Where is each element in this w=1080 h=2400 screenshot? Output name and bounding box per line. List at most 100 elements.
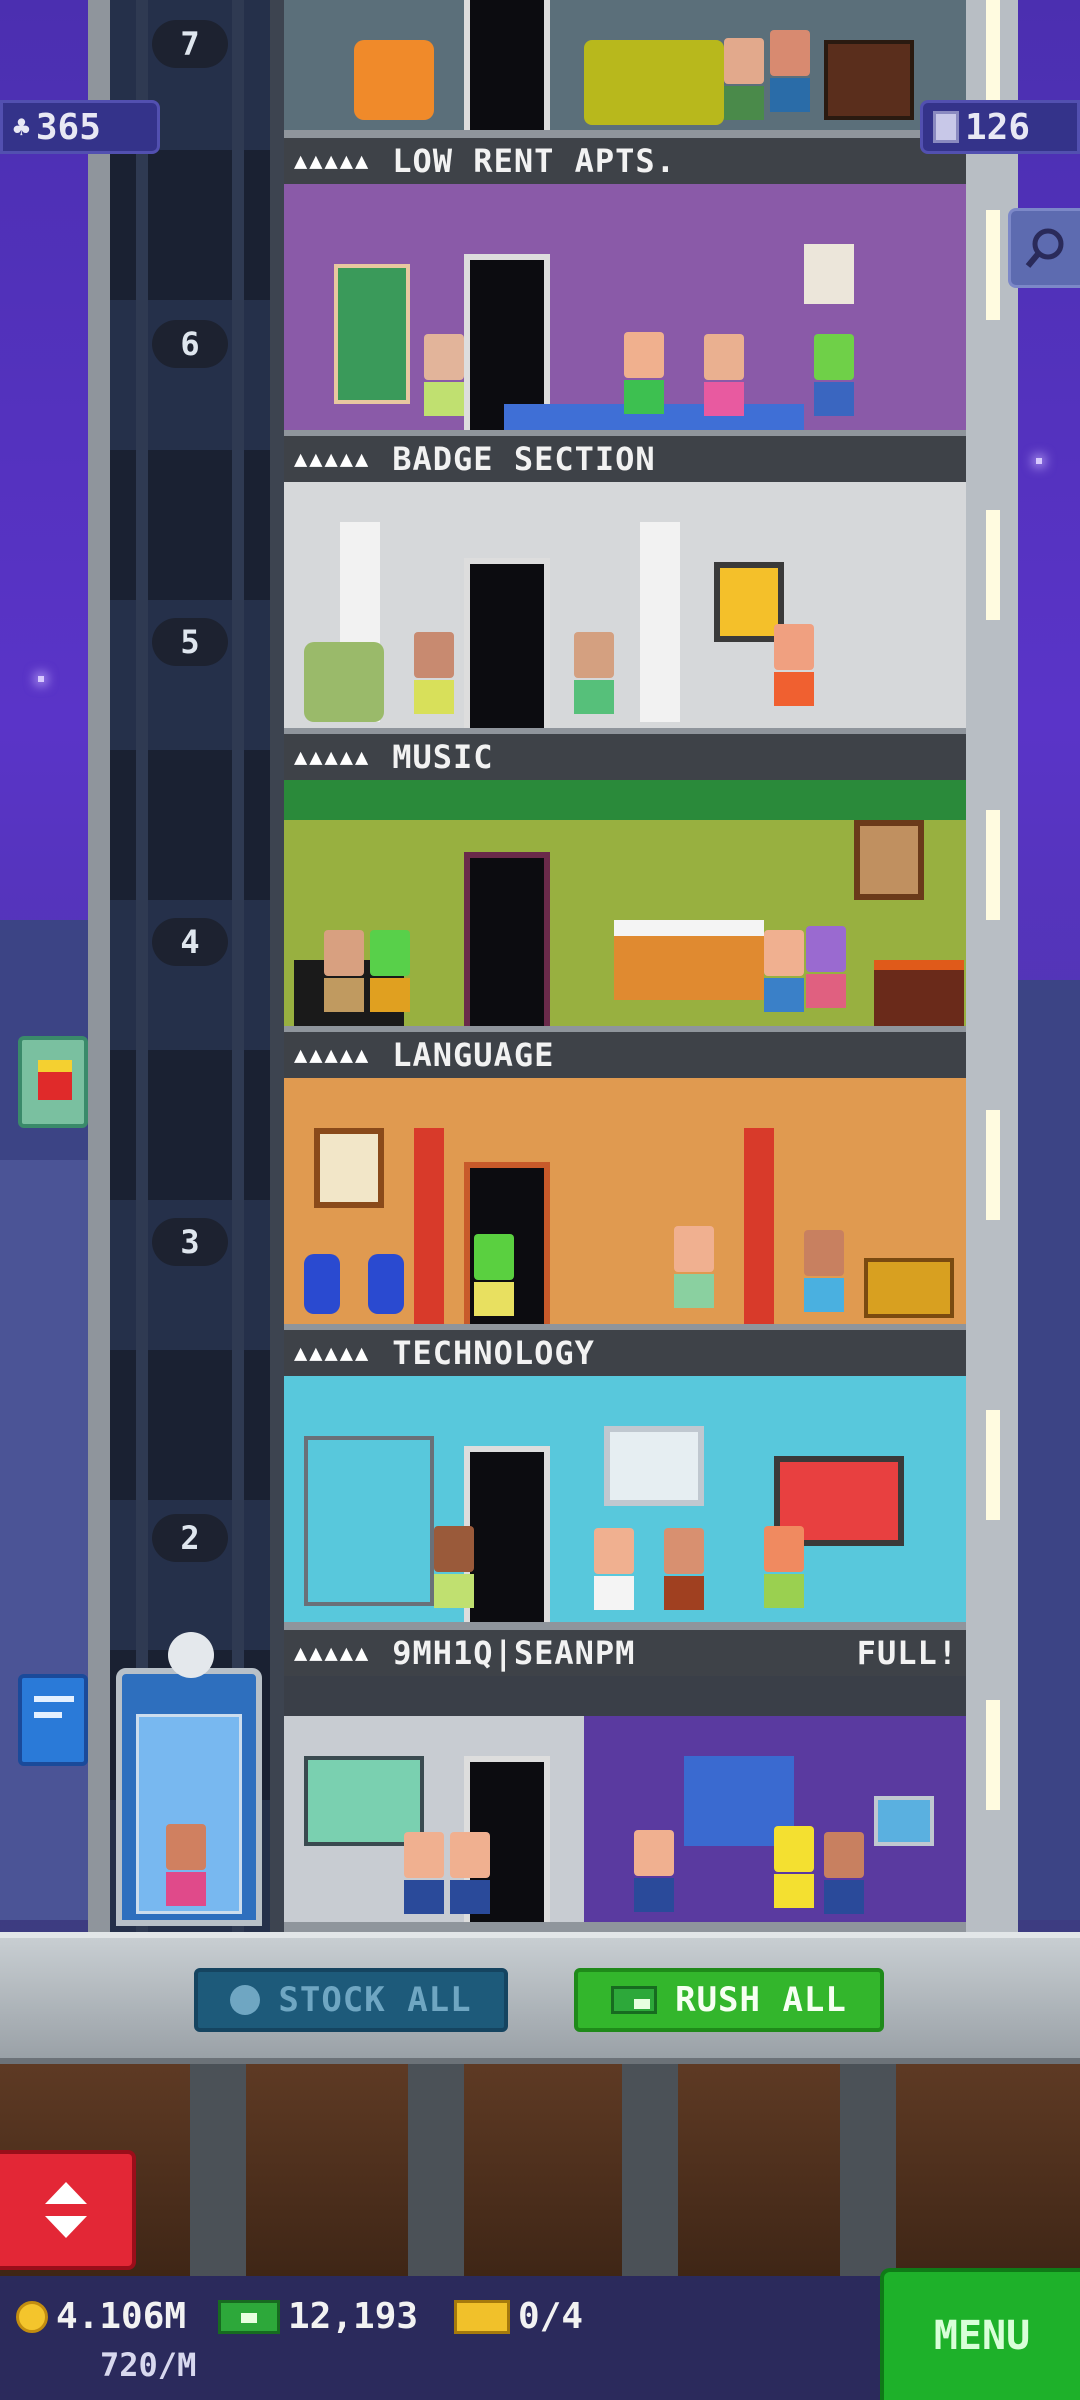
star-sparkle xyxy=(1036,458,1042,464)
sofa xyxy=(584,40,724,125)
resident[interactable] xyxy=(624,332,664,414)
room-low-rent-apts[interactable] xyxy=(284,0,966,130)
pillar-light xyxy=(986,1410,1000,1520)
stock-all-button[interactable]: STOCK ALL xyxy=(194,1968,508,2032)
room-lobby-lab[interactable] xyxy=(284,1676,966,1922)
resident[interactable] xyxy=(774,1826,814,1908)
vase xyxy=(368,1254,404,1314)
floor-number: 4 xyxy=(152,918,228,966)
resident[interactable] xyxy=(804,1230,844,1312)
fries-icon xyxy=(38,1060,72,1100)
fries-shop-icon[interactable] xyxy=(18,1036,88,1128)
egyptian-painting xyxy=(314,1128,384,1208)
resident[interactable] xyxy=(474,1234,514,1316)
city-building-right xyxy=(1010,980,1080,1920)
room-language[interactable] xyxy=(284,780,966,1026)
resident[interactable] xyxy=(774,624,814,706)
basement-pillar xyxy=(408,2064,464,2276)
elevator-car[interactable] xyxy=(116,1632,262,1926)
golden-chest xyxy=(864,1258,954,1318)
floor-label: ▲▲▲▲▲ 9MH1Q|SEANPM FULL! xyxy=(284,1630,966,1676)
resident[interactable] xyxy=(434,1526,474,1608)
window xyxy=(604,1426,704,1506)
bed xyxy=(614,920,764,1000)
resident[interactable] xyxy=(824,1832,864,1914)
resident[interactable] xyxy=(634,1830,674,1912)
resident[interactable] xyxy=(664,1528,704,1610)
coins-display[interactable]: 4.106M xyxy=(16,2296,186,2337)
floor-label: ▲▲▲▲▲ TECHNOLOGY xyxy=(284,1330,966,1376)
resident[interactable] xyxy=(450,1832,490,1914)
elevator-toggle-button[interactable] xyxy=(0,2150,136,2270)
floor-number: 3 xyxy=(152,1218,228,1266)
up-down-arrow-icon xyxy=(45,2182,87,2238)
rush-all-button[interactable]: RUSH ALL xyxy=(574,1968,884,2032)
room-trim xyxy=(284,780,966,820)
floor-number: 7 xyxy=(152,20,228,68)
floors-counter[interactable]: 126 xyxy=(920,100,1080,154)
floor-label: ▲▲▲▲▲ LOW RENT APTS. xyxy=(284,138,966,184)
resident[interactable] xyxy=(814,334,854,416)
ticket-icon xyxy=(454,2299,510,2334)
tv xyxy=(824,40,914,120)
basement-pillar xyxy=(190,2064,246,2276)
column xyxy=(640,522,680,722)
elevator-passenger[interactable] xyxy=(166,1824,206,1906)
floor-label: ▲▲▲▲▲ LANGUAGE xyxy=(284,1032,966,1078)
room-door xyxy=(464,1446,550,1622)
column xyxy=(414,1128,444,1324)
room-music[interactable] xyxy=(284,482,966,728)
room-9mh1q-seanpm[interactable] xyxy=(284,1376,966,1622)
resident[interactable] xyxy=(414,632,454,714)
resident[interactable] xyxy=(704,334,744,416)
resident[interactable] xyxy=(806,926,846,1008)
full-badge: FULL! xyxy=(856,1634,958,1672)
resident[interactable] xyxy=(574,632,614,714)
bux-display[interactable]: 12,193 xyxy=(218,2296,418,2337)
population-counter[interactable]: ♣ 365 xyxy=(0,100,160,154)
room-door xyxy=(464,558,550,728)
pillar-light xyxy=(986,1110,1000,1220)
basement xyxy=(0,2064,1080,2276)
clock-icon xyxy=(230,1985,261,2015)
bux-icon xyxy=(218,2299,280,2334)
resident[interactable] xyxy=(594,1528,634,1610)
elevator-rail xyxy=(136,0,148,1935)
star-sparkle xyxy=(38,676,44,682)
city-building-left-front xyxy=(0,1160,90,1920)
menu-button[interactable]: MENU xyxy=(880,2268,1080,2400)
portrait xyxy=(854,820,924,900)
pillar-light xyxy=(986,210,1000,320)
person-icon: ♣ xyxy=(13,110,30,144)
pillar-light xyxy=(986,0,1000,110)
room-door xyxy=(464,0,550,130)
elevator-rail xyxy=(232,0,244,1935)
screen-line-icon xyxy=(34,1696,74,1702)
resident[interactable] xyxy=(674,1226,714,1308)
coin-rate: 720/M xyxy=(100,2346,197,2384)
resident[interactable] xyxy=(724,38,764,120)
coin-icon xyxy=(16,2300,48,2333)
ceiling xyxy=(284,1676,966,1716)
pillar-light xyxy=(986,1700,1000,1810)
resident[interactable] xyxy=(764,1526,804,1608)
floor-number: 2 xyxy=(152,1514,228,1562)
resident[interactable] xyxy=(324,930,364,1012)
room-badge-section[interactable] xyxy=(284,184,966,430)
resident[interactable] xyxy=(424,334,464,416)
resident[interactable] xyxy=(370,930,410,1012)
floor-label: ▲▲▲▲▲ MUSIC xyxy=(284,734,966,780)
computer-shop-icon[interactable] xyxy=(18,1674,88,1766)
armchair xyxy=(304,642,384,722)
resident[interactable] xyxy=(404,1832,444,1914)
room-technology[interactable] xyxy=(284,1078,966,1324)
magnifier-icon xyxy=(1025,228,1063,268)
armchair xyxy=(354,40,434,120)
tech-shelf xyxy=(304,1436,434,1606)
resident[interactable] xyxy=(764,930,804,1012)
tickets-display[interactable]: 0/4 xyxy=(454,2296,583,2337)
arcade-poster xyxy=(804,244,854,304)
search-button[interactable] xyxy=(1008,208,1080,288)
resident[interactable] xyxy=(770,30,810,112)
floor-number: 6 xyxy=(152,320,228,368)
